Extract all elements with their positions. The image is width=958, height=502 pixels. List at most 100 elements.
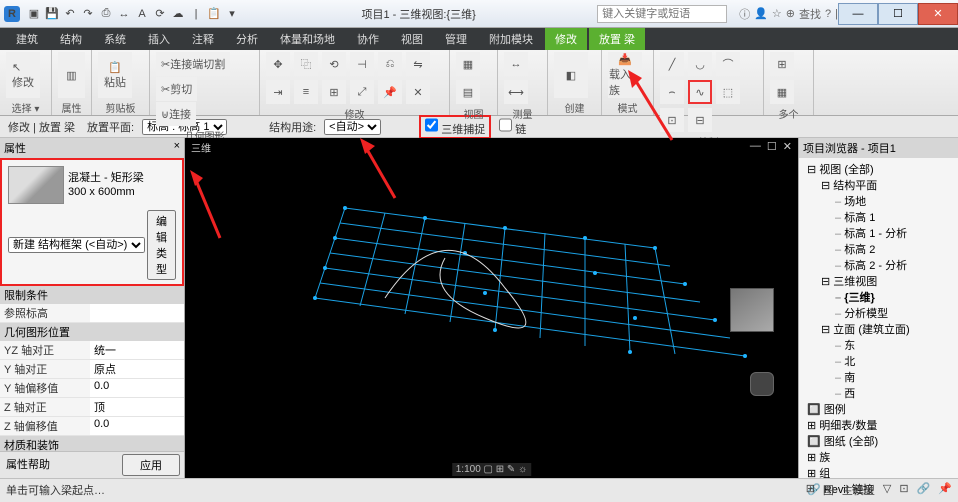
filter-select[interactable]: 新建 结构框架 (<自动>) [8,237,145,253]
rotate-icon[interactable]: ⟲ [322,52,346,76]
tree-views[interactable]: ⊟ 视图 (全部) [801,162,956,178]
status-pin-icon[interactable]: 📌 [938,482,952,498]
tree-analytic[interactable]: 分析模型 [801,306,956,322]
tree-sched[interactable]: ⊞ 明细表/数量 [801,418,956,434]
pick2-icon[interactable]: ⊡ [660,108,684,132]
window-maximize-button[interactable]: ☐ [878,3,918,25]
tree-l1[interactable]: 标高 1 [801,210,956,226]
tree-3dviews[interactable]: ⊟ 三维视图 [801,274,956,290]
qat-redo-icon[interactable]: ↷ [80,6,96,22]
status-worksets-icon[interactable]: ⊞ [806,482,815,498]
load-family-button[interactable]: 📥载入族 [608,52,642,98]
tree-fam[interactable]: ⊞ 族 [801,450,956,466]
y-just-value[interactable]: 原点 [90,360,184,378]
qat-paste-icon[interactable]: 📋 [206,6,222,22]
arc3-icon[interactable]: ⌢ [660,80,684,104]
create-icon[interactable]: ◧ [554,52,588,98]
yz-just-value[interactable]: 统一 [90,341,184,359]
qat-sync-icon[interactable]: ⟳ [152,6,168,22]
tab-view[interactable]: 视图 [391,28,433,50]
tree-north[interactable]: 北 [801,354,956,370]
qat-print-icon[interactable]: ⎙ [98,6,114,22]
signin-icon[interactable]: ⊕ [786,7,795,20]
tab-modify[interactable]: 修改 [545,28,587,50]
copy-icon[interactable]: ⿻ [294,52,318,76]
select-icon[interactable]: ↖修改 [6,52,40,98]
tree-sheets[interactable]: 🔲 图纸 (全部) [801,434,956,450]
type-info[interactable]: 混凝土 - 矩形梁 300 x 600mm [68,171,144,199]
mirror-icon[interactable]: ⇋ [406,52,430,76]
star-icon[interactable]: ☆ [772,7,782,20]
status-model-label[interactable]: 主模型 [842,482,875,498]
properties-icon[interactable]: ▥ [58,52,85,98]
cut-button[interactable]: ✂ 剪切 [156,77,197,101]
qat-more-icon[interactable]: ▾ [224,6,240,22]
pick3-icon[interactable]: ⊟ [688,108,712,132]
qat-open-icon[interactable]: ▣ [26,6,42,22]
view-control-bar[interactable]: 1:100 ▢ ⊞ ✎ ☼ [452,463,532,476]
spline-icon[interactable]: ∿ [688,80,712,104]
qat-undo-icon[interactable]: ↶ [62,6,78,22]
edit-type-button[interactable]: 编辑类型 [147,210,176,280]
arc2-icon[interactable]: ⌒ [716,52,740,76]
group-material[interactable]: 材质和装饰 [0,436,184,451]
view2-icon[interactable]: ▤ [456,80,480,104]
paste-icon[interactable]: 📋粘贴 [98,52,132,98]
info-icon[interactable]: ⓘ [739,6,750,22]
move-icon[interactable]: ✥ [266,52,290,76]
tab-mass[interactable]: 体量和场地 [270,28,345,50]
tree-3d[interactable]: {三维} [801,290,956,306]
tree-structplans[interactable]: ⊟ 结构平面 [801,178,956,194]
z-just-value[interactable]: 顶 [90,398,184,416]
search-input[interactable] [597,5,727,23]
viewport-3d[interactable]: 三维 — ☐ ✕ [185,138,798,478]
dim-icon[interactable]: ⟷ [504,80,528,104]
array-icon[interactable]: ⊞ [322,80,346,104]
tree-west[interactable]: 西 [801,386,956,402]
apply-button[interactable]: 应用 [122,454,180,476]
group-constraints[interactable]: 限制条件 [0,286,184,304]
view-icon[interactable]: ▦ [456,52,480,76]
tab-manage[interactable]: 管理 [435,28,477,50]
y-offset-value[interactable]: 0.0 [90,379,184,397]
tree-site[interactable]: 场地 [801,194,956,210]
status-link-icon[interactable]: 🔗 [917,482,931,498]
tab-anno[interactable]: 注释 [182,28,224,50]
status-select-icon[interactable]: ⊡ [899,482,908,498]
window-minimize-button[interactable]: — [838,3,878,25]
tree-group[interactable]: ⊞ 组 [801,466,956,482]
tab-addin[interactable]: 附加模块 [479,28,543,50]
tree-east[interactable]: 东 [801,338,956,354]
grid-icon[interactable]: ▦ [770,80,794,104]
tree-l2a[interactable]: 标高 2 - 分析 [801,258,956,274]
tab-arch[interactable]: 建筑 [6,28,48,50]
window-close-button[interactable]: ✕ [918,3,958,25]
align-icon[interactable]: ≡ [294,80,318,104]
cope-button[interactable]: ✂ 连接端切割 [156,52,230,76]
line-icon[interactable]: ╱ [660,52,684,76]
tab-analyze[interactable]: 分析 [226,28,268,50]
split-icon[interactable]: ⎌ [378,52,402,76]
tree-l1a[interactable]: 标高 1 - 分析 [801,226,956,242]
scale-icon[interactable]: ⤢ [350,80,374,104]
status-filter-icon[interactable]: ▽ [883,482,891,498]
viewcube[interactable] [730,288,774,332]
qat-text-icon[interactable]: A [134,6,150,22]
nav-wheel-icon[interactable] [750,372,774,396]
trim-icon[interactable]: ⊣ [350,52,374,76]
offset-icon[interactable]: ⇥ [266,80,290,104]
tree-elev[interactable]: ⊟ 立面 (建筑立面) [801,322,956,338]
tab-collab[interactable]: 协作 [347,28,389,50]
pick-icon[interactable]: ⬚ [716,80,740,104]
join-button[interactable]: ⊎ 连接 [156,102,196,126]
group-geom[interactable]: 几何图形位置 [0,323,184,341]
tree-legend[interactable]: 🔲 图例 [801,402,956,418]
props-help-link[interactable]: 属性帮助 [4,454,122,476]
multi-icon[interactable]: ⊞ [770,52,794,76]
arc-icon[interactable]: ◡ [688,52,712,76]
ref-level-input[interactable] [94,305,180,317]
tab-insert[interactable]: 插入 [138,28,180,50]
help-label[interactable]: 查找 [799,6,821,22]
qat-save-icon[interactable]: 💾 [44,6,60,22]
z-offset-value[interactable]: 0.0 [90,417,184,435]
